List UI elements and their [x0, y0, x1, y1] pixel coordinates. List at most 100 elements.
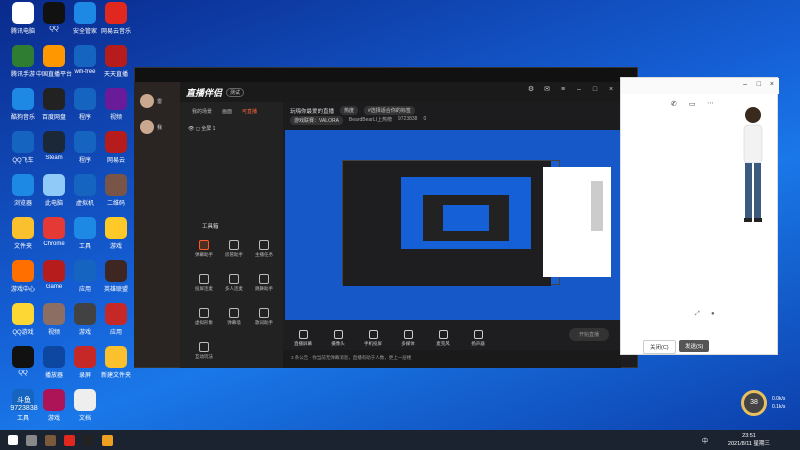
source-icon — [438, 330, 448, 339]
close-icon[interactable]: × — [770, 81, 774, 88]
desktop-icon[interactable]: 应用 — [96, 303, 136, 336]
source-button[interactable]: 直播屏幕 — [288, 330, 318, 347]
room-header: 玩嗨你最爱的直播 热度 #选择适合你的标签 — [290, 106, 415, 115]
source-label: 手机投屏 — [364, 341, 382, 346]
app-icon — [43, 303, 65, 325]
toolbox-item[interactable]: 歌词助手 — [250, 308, 278, 326]
version-badge[interactable]: 测试 — [226, 87, 245, 97]
menu-icon[interactable]: ≡ — [559, 86, 567, 94]
app-icon — [43, 346, 65, 368]
message-icon[interactable]: ✉ — [543, 86, 551, 94]
video-icon[interactable]: ▭ — [689, 100, 696, 108]
taskbar-app-icon[interactable] — [83, 434, 94, 446]
bottom-toolbar: 直播屏幕 摄像头 手机投屏 多媒体 麦克风 扬声器 开始直播 — [283, 320, 621, 350]
tool-label: 主播任务 — [255, 252, 273, 257]
nested-app — [343, 161, 551, 286]
app-logo: 直播伴侣 — [186, 87, 223, 98]
desktop-icon[interactable]: 二维码 — [96, 174, 136, 207]
desktop-icon-label: 文档 — [78, 416, 91, 422]
toolbox-item[interactable]: 房管助手 — [220, 240, 248, 258]
close-icon[interactable]: × — [607, 86, 615, 94]
settings-icon[interactable]: ⚙ — [527, 86, 535, 94]
tool-icon — [259, 308, 269, 318]
contact-list-pane: 雷 我 — [134, 82, 180, 367]
tab-my-scenes[interactable]: 我的场景 — [192, 108, 212, 115]
windows-start-icon[interactable] — [8, 435, 18, 445]
tool-label: 投屏连麦 — [195, 286, 213, 291]
source-button[interactable]: 麦克风 — [428, 330, 458, 347]
app-icon — [12, 131, 34, 153]
source-icon — [403, 330, 413, 339]
streaming-app-window: 直播伴侣 测试 ⚙ ✉ ≡ – □ × 我的场景 画面 可直播 👁 ◻ 全屏 1… — [180, 82, 621, 368]
toolbox-item[interactable]: 跳舞助手 — [250, 274, 278, 292]
toolbox-item[interactable]: 弹幕墙 — [220, 308, 248, 326]
desktop-icon[interactable]: 新建文件夹 — [96, 346, 136, 379]
speed-badge[interactable]: 38 — [741, 390, 767, 416]
character-figure — [743, 107, 763, 222]
tool-label: 跳舞助手 — [255, 286, 273, 291]
desktop-icon[interactable]: 英雄联盟 — [96, 260, 136, 293]
search-icon[interactable] — [26, 434, 37, 446]
contact-item[interactable]: 雷 — [140, 94, 172, 108]
room-title[interactable]: 玩嗨你最爱的直播 — [290, 107, 334, 115]
avatar — [140, 94, 154, 108]
desktop-icon[interactable]: 天天直播 — [96, 45, 136, 78]
tab-frame[interactable]: 画面 — [222, 108, 232, 115]
desktop-icon[interactable]: 视频 — [96, 88, 136, 121]
desktop-icon[interactable]: 网易云 — [96, 131, 136, 164]
input-method[interactable]: 中 — [702, 436, 708, 445]
toolbox-item[interactable]: 互动玩法 — [190, 342, 218, 360]
expand-icon[interactable]: ⤢ — [695, 311, 700, 318]
scene-item[interactable]: 👁 ◻ 全屏 1 — [180, 121, 283, 136]
toolbox-item[interactable]: 弹幕助手 — [190, 240, 218, 258]
game-category[interactable]: 游戏联赛：VALORA — [290, 116, 343, 125]
nested-chat — [543, 167, 611, 277]
source-icon — [333, 330, 343, 339]
app-icon — [74, 2, 96, 24]
streamer-overlay: 斗鱼 9723838 — [2, 395, 46, 412]
taskbar-app-icon[interactable] — [102, 434, 113, 446]
app-icon — [74, 389, 96, 411]
room-tag-select[interactable]: #选择适合你的标签 — [364, 106, 415, 115]
source-button[interactable]: 扬声器 — [463, 330, 493, 347]
clock[interactable]: 23:51 2021/8/11 星期三 — [728, 432, 770, 448]
tool-icon — [259, 274, 269, 284]
source-button[interactable]: 摄像头 — [323, 330, 353, 347]
maximize-icon[interactable]: □ — [757, 81, 761, 88]
tab-live[interactable]: 可直播 — [242, 108, 257, 115]
source-button[interactable]: 多媒体 — [393, 330, 423, 347]
desktop-icon[interactable]: 文档 — [65, 389, 105, 422]
taskbar-app-icon[interactable] — [64, 434, 75, 446]
desktop-icon[interactable]: 游戏 — [96, 217, 136, 250]
app-icon — [43, 88, 65, 110]
app-icon — [105, 217, 127, 239]
start-live-button[interactable]: 开始直播 — [568, 328, 609, 341]
toolbox-item[interactable]: 主播任务 — [250, 240, 278, 258]
time: 23:51 — [742, 433, 756, 439]
preview-canvas[interactable] — [285, 130, 621, 320]
phone-icon[interactable]: ✆ — [671, 100, 677, 108]
contact-item[interactable]: 我 — [140, 120, 172, 134]
toolbox-item[interactable]: 虚拟形象 — [190, 308, 218, 326]
scene-label: 全屏 1 — [201, 126, 216, 132]
taskbar-app-icon[interactable] — [45, 434, 56, 446]
more-icon[interactable]: ⋯ — [707, 99, 714, 107]
send-button[interactable]: 发送(S) — [679, 340, 710, 352]
room-tag[interactable]: 热度 — [340, 106, 359, 115]
chat-window: × □ – ✆ ▭ ⋯ ⤢ ● 关闭(C) 发送(S) — [620, 77, 779, 355]
info-icon[interactable]: ● — [711, 311, 715, 317]
maximize-icon[interactable]: □ — [591, 86, 599, 94]
toolbox-item[interactable]: 投屏连麦 — [190, 274, 218, 292]
desktop-icon[interactable]: 网易云音乐 — [96, 2, 136, 35]
minimize-icon[interactable]: – — [743, 81, 747, 88]
room-info: 游戏联赛：VALORA BeardBearLI上热榜 9723838 0 — [290, 116, 426, 125]
nested-character — [591, 181, 603, 231]
tool-label: 多人连麦 — [225, 286, 243, 291]
minimize-icon[interactable]: – — [575, 86, 583, 94]
desktop-icon-label: 网易云音乐 — [100, 29, 131, 35]
app-icon — [74, 131, 96, 153]
close-button[interactable]: 关闭(C) — [643, 340, 676, 354]
toolbox-item[interactable]: 多人连麦 — [220, 274, 248, 292]
source-button[interactable]: 手机投屏 — [358, 330, 388, 347]
app-icon — [12, 346, 34, 368]
